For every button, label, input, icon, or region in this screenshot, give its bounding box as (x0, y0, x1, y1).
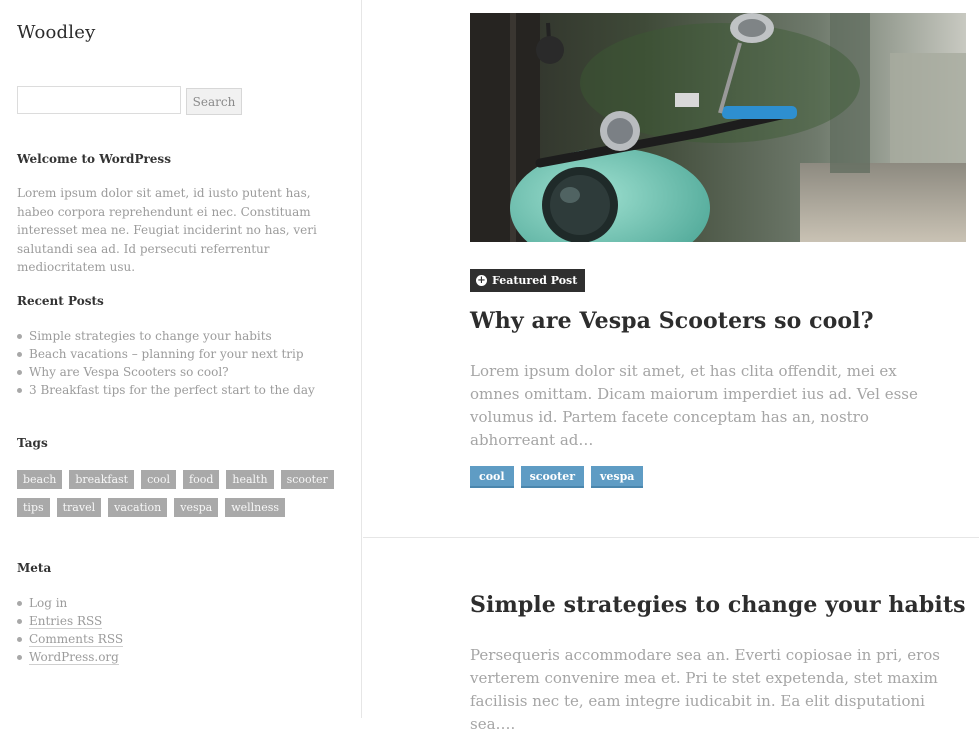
recent-post-item[interactable]: Beach vacations – planning for your next… (17, 345, 315, 363)
post-excerpt: Lorem ipsum dolor sit amet, et has clita… (470, 362, 918, 449)
meta-item[interactable]: Comments RSS (17, 630, 124, 648)
featured-post-label: Featured Post (492, 274, 578, 287)
meta-comments-rss-link[interactable]: Comments RSS (29, 632, 124, 647)
meta-item[interactable]: Log in (17, 594, 123, 612)
post-excerpt: Persequeris accommodare sea an. Everti c… (470, 646, 940, 733)
post-tag-vespa[interactable]: vespa (591, 466, 644, 488)
welcome-widget-title: Welcome to WordPress (17, 152, 171, 166)
tag-travel[interactable]: travel (56, 498, 102, 517)
post-title[interactable]: Simple strategies to change your habits (470, 592, 966, 618)
tag-tips[interactable]: tips (17, 498, 50, 517)
recent-posts-title: Recent Posts (17, 294, 104, 308)
post-tags: cool scooter vespa (470, 466, 644, 488)
meta-widget-title: Meta (17, 561, 52, 575)
recent-post-item[interactable]: Simple strategies to change your habits (17, 327, 315, 345)
featured-post-badge: + Featured Post (470, 269, 586, 292)
recent-post-link[interactable]: Simple strategies to change your habits (29, 329, 272, 343)
tag-beach[interactable]: beach (17, 470, 63, 489)
post-tag-cool[interactable]: cool (470, 466, 514, 488)
meta-item[interactable]: WordPress.org (17, 648, 123, 666)
vespa-scooter-image (470, 13, 966, 242)
meta-list: Log in Entries RSS Comments RSS WordPres… (17, 594, 124, 666)
recent-post-item[interactable]: 3 Breakfast tips for the perfect start t… (17, 381, 315, 399)
post-title[interactable]: Why are Vespa Scooters so cool? (470, 308, 874, 334)
post-tag-scooter[interactable]: scooter (520, 466, 585, 488)
recent-post-link[interactable]: 3 Breakfast tips for the perfect start t… (29, 383, 315, 397)
tag-cloud: beach breakfast cool food health scooter… (17, 470, 334, 526)
search-button[interactable]: Search (186, 88, 242, 115)
recent-posts-list: Simple strategies to change your habits … (17, 327, 315, 399)
recent-post-link[interactable]: Why are Vespa Scooters so cool? (29, 365, 229, 379)
post-divider (363, 537, 979, 538)
featured-image[interactable] (470, 13, 966, 242)
tag-breakfast[interactable]: breakfast (69, 470, 135, 489)
tag-cool[interactable]: cool (141, 470, 177, 489)
plus-circle-icon: + (476, 275, 487, 286)
tag-wellness[interactable]: wellness (225, 498, 286, 517)
tags-widget-title: Tags (17, 436, 48, 450)
meta-login-link[interactable]: Log in (29, 596, 67, 611)
sidebar: Woodley Search Welcome to WordPress Lore… (0, 0, 362, 718)
welcome-widget-text: Lorem ipsum dolor sit amet, id iusto put… (17, 186, 317, 274)
tag-health[interactable]: health (226, 470, 274, 489)
recent-post-item[interactable]: Why are Vespa Scooters so cool? (17, 363, 315, 381)
tag-vacation[interactable]: vacation (108, 498, 168, 517)
tag-vespa[interactable]: vespa (174, 498, 219, 517)
tag-food[interactable]: food (183, 470, 220, 489)
meta-item[interactable]: Entries RSS (17, 612, 123, 630)
meta-entries-rss-link[interactable]: Entries RSS (29, 614, 103, 629)
search-input[interactable] (17, 86, 181, 114)
meta-wordpress-org-link[interactable]: WordPress.org (29, 650, 119, 665)
main-content: + Featured Post Why are Vespa Scooters s… (363, 0, 979, 733)
recent-post-link[interactable]: Beach vacations – planning for your next… (29, 347, 304, 361)
tag-scooter[interactable]: scooter (280, 470, 334, 489)
site-title[interactable]: Woodley (17, 22, 95, 43)
